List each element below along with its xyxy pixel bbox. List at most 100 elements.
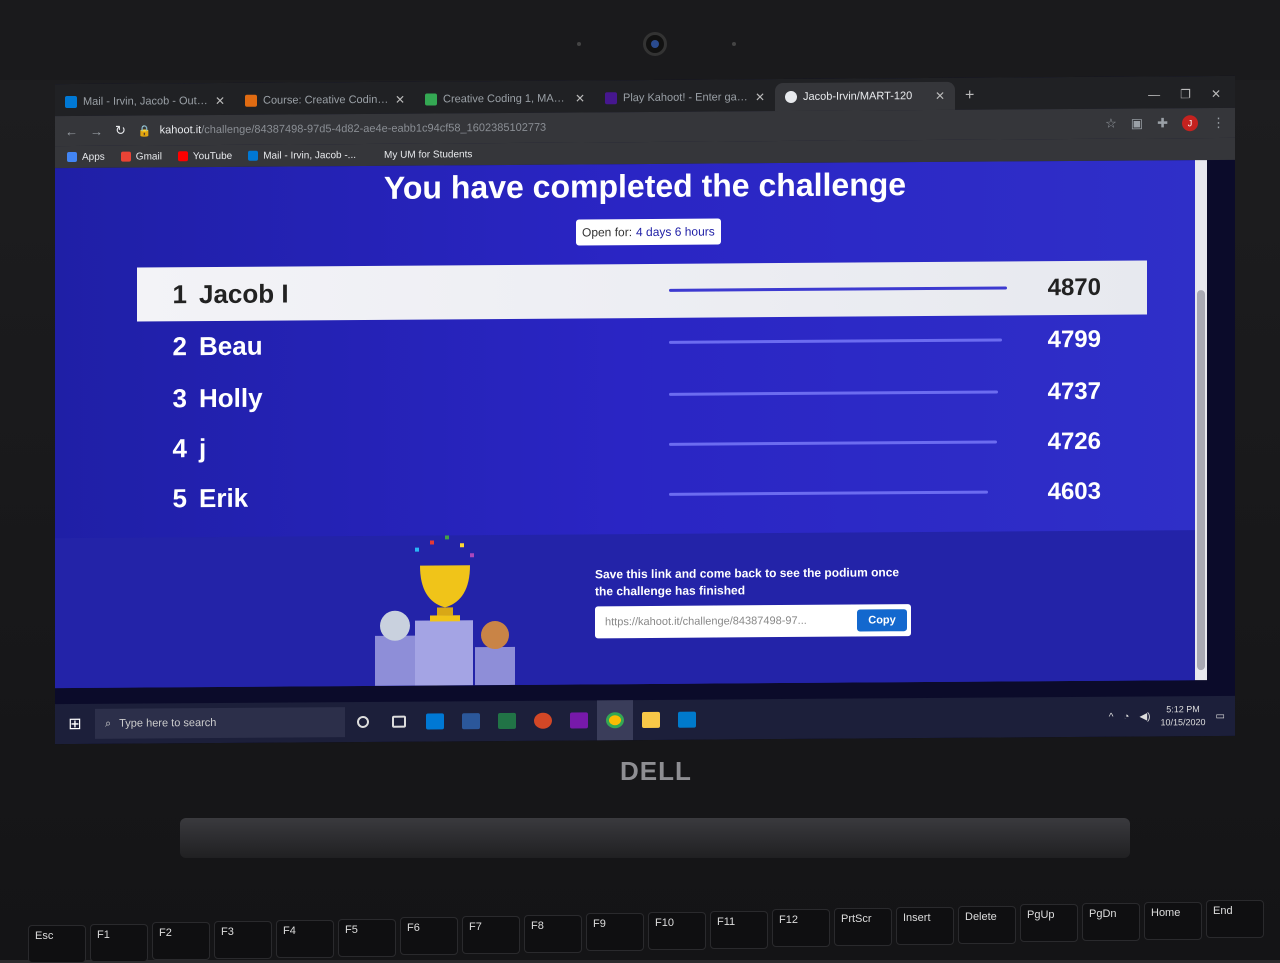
player-name: Beau [199, 330, 263, 361]
tab-title: Course: Creative Coding I (Sect [263, 93, 389, 107]
github-icon [785, 90, 797, 104]
page-title: You have completed the challenge [383, 166, 907, 206]
search-icon: ⌕ [105, 717, 112, 730]
network-icon[interactable]: ◔ [1123, 711, 1129, 722]
browser-tab[interactable]: Mail - Irvin, Jacob - Outlook ✕ [55, 87, 235, 116]
outlook-icon [65, 95, 77, 109]
keyboard-key: F5 [338, 918, 396, 957]
player-name: Jacob I [199, 277, 289, 309]
rank: 3 [172, 382, 187, 413]
player-name: Erik [199, 482, 249, 513]
keyboard-function-row: Esc F1 F2 F3 F4 F5 F6 F7 F8 F9 F10 F11 F12 PrtScr Inse… [0, 895, 1280, 963]
close-icon[interactable]: ✕ [395, 93, 405, 107]
keyboard-key: End [1206, 900, 1264, 939]
tab-title: Jacob-Irvin/MART-120 [803, 90, 913, 103]
windows-start-icon[interactable]: ⊞ [55, 704, 95, 744]
browser-tab[interactable]: Creative Coding 1, MART 120 | ✕ [415, 84, 595, 113]
bookmark-label: Gmail [135, 150, 162, 163]
volume-icon[interactable]: ◀) [1139, 711, 1150, 722]
chrome-icon[interactable] [597, 700, 633, 741]
indicator-light [577, 42, 581, 46]
score-bar [669, 490, 988, 496]
browser-tab[interactable]: Course: Creative Coding I (Sect ✕ [235, 86, 415, 115]
cortana-icon[interactable] [345, 702, 381, 742]
close-window-icon[interactable]: ✕ [1211, 87, 1221, 101]
minimize-icon[interactable]: — [1148, 87, 1160, 101]
bookmark-my-um[interactable]: My UM for Students [384, 149, 472, 161]
kahoot-page: You have completed the challenge Open fo… [55, 160, 1195, 689]
bookmark-label: Mail - Irvin, Jacob -... [263, 149, 357, 162]
url-path: /challenge/84387498-97d5-4d82-ae4e-eabb1… [201, 121, 547, 137]
system-tray: ^ ◔ ◀) 5:12 PM 10/15/2020 ▭ [1109, 703, 1235, 730]
notifications-icon[interactable]: ▭ [1216, 710, 1225, 721]
screen: Mail - Irvin, Jacob - Outlook ✕ Course: … [55, 75, 1235, 745]
menu-icon[interactable]: ⋮ [1212, 115, 1225, 131]
restore-icon[interactable]: ❐ [1180, 87, 1191, 101]
keyboard-key: F8 [524, 914, 582, 953]
task-view-icon[interactable] [381, 702, 417, 742]
scrollbar-thumb[interactable] [1197, 290, 1205, 671]
cast-icon[interactable]: ▣ [1131, 116, 1143, 132]
drive-icon [425, 93, 437, 106]
page-scrollbar[interactable] [1195, 160, 1207, 681]
word-icon[interactable] [453, 701, 489, 741]
vscode-icon[interactable] [669, 700, 705, 740]
taskbar-search[interactable]: ⌕ Type here to search [95, 707, 345, 739]
score: 4603 [1047, 477, 1101, 506]
close-icon[interactable]: ✕ [575, 91, 585, 105]
tab-title: Mail - Irvin, Jacob - Outlook [83, 95, 209, 108]
score: 4870 [1047, 273, 1101, 302]
extensions-icon[interactable]: ✚ [1157, 115, 1168, 131]
outlook-icon [248, 150, 259, 161]
challenge-link-input[interactable]: https://kahoot.it/challenge/84387498-97.… [605, 615, 857, 628]
keyboard-key: F2 [152, 922, 210, 961]
score: 4737 [1047, 377, 1101, 406]
score: 4726 [1047, 427, 1101, 456]
leaderboard-row: 2 Beau 4799 [137, 312, 1147, 373]
profile-avatar[interactable]: J [1182, 115, 1198, 132]
star-icon[interactable]: ☆ [1105, 116, 1117, 132]
new-tab-button[interactable]: + [955, 82, 984, 110]
laptop: Mail - Irvin, Jacob - Outlook ✕ Course: … [0, 0, 1280, 963]
close-icon[interactable]: ✕ [755, 90, 765, 104]
browser-tab-active[interactable]: Jacob-Irvin/MART-120 ✕ [775, 81, 955, 112]
forward-icon[interactable]: → [90, 123, 103, 138]
excel-icon[interactable] [489, 701, 525, 741]
clock[interactable]: 5:12 PM 10/15/2020 [1161, 703, 1206, 729]
reload-icon[interactable]: ↻ [115, 123, 126, 139]
keyboard-key: Esc [28, 925, 86, 963]
bookmark-apps[interactable]: Apps [67, 151, 105, 162]
mail-icon[interactable] [417, 701, 453, 741]
chevron-up-icon[interactable]: ^ [1109, 711, 1114, 722]
onenote-icon[interactable] [561, 700, 597, 740]
keyboard-key: Insert [896, 906, 954, 945]
leaderboard-row: 5 Erik 4603 [137, 464, 1147, 525]
score-bar [669, 390, 998, 396]
keyboard-key: F4 [276, 919, 334, 958]
bookmark-label: My UM for Students [384, 148, 473, 161]
keyboard-key: F6 [400, 917, 458, 956]
browser-tab[interactable]: Play Kahoot! - Enter game PIN h ✕ [595, 83, 775, 112]
bookmark-mail[interactable]: Mail - Irvin, Jacob -... [248, 150, 356, 162]
laptop-hinge [180, 818, 1130, 858]
bookmark-gmail[interactable]: Gmail [120, 150, 162, 163]
bookmark-label: Apps [82, 151, 105, 163]
url-field[interactable]: 🔒 kahoot.it/challenge/84387498-97d5-4d82… [138, 117, 1093, 137]
search-placeholder: Type here to search [119, 716, 217, 730]
challenge-footer: Save this link and come back to see the … [55, 530, 1195, 689]
back-icon[interactable]: ← [65, 123, 78, 138]
bookmark-youtube[interactable]: YouTube [177, 150, 232, 162]
copy-button[interactable]: Copy [857, 609, 907, 632]
file-explorer-icon[interactable] [633, 700, 669, 740]
clock-date: 10/15/2020 [1160, 717, 1206, 728]
clock-time: 5:12 PM [1166, 704, 1200, 715]
close-icon[interactable]: ✕ [215, 94, 225, 108]
keyboard-key: PgDn [1082, 902, 1140, 941]
keyboard-key: F1 [90, 923, 148, 962]
keyboard-key: Home [1144, 901, 1202, 940]
powerpoint-icon[interactable] [525, 701, 561, 741]
close-icon[interactable]: ✕ [935, 89, 945, 103]
tab-title: Play Kahoot! - Enter game PIN h [623, 91, 749, 105]
leaderboard-row: 1 Jacob I 4870 [137, 260, 1147, 322]
save-link-text: Save this link and come back to see the … [595, 565, 900, 599]
